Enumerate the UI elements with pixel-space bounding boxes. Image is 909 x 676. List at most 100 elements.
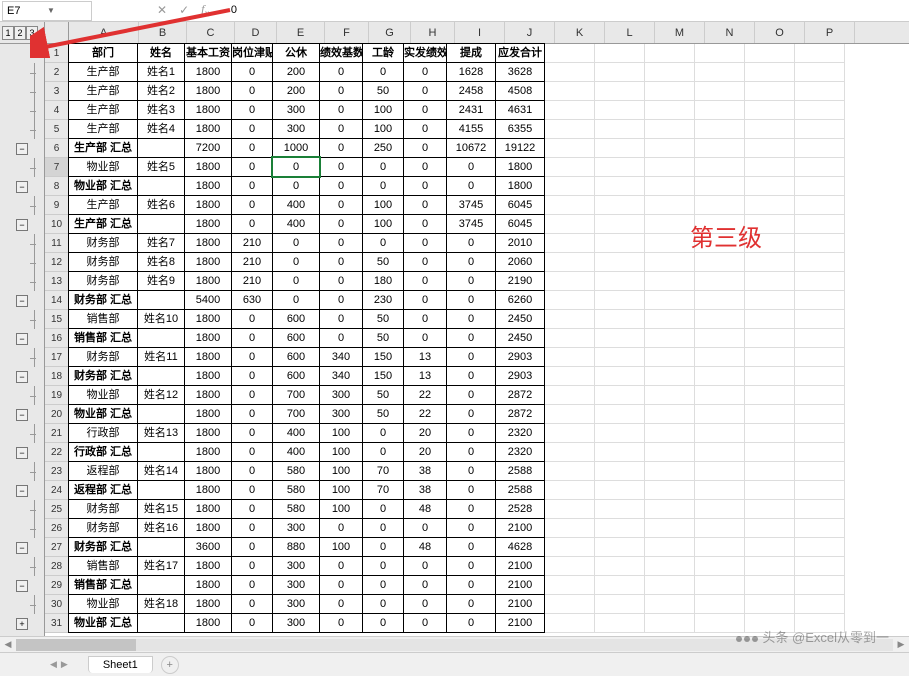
cell[interactable]: 7200: [184, 138, 232, 158]
cell[interactable]: 0: [362, 423, 404, 443]
cell[interactable]: [795, 196, 845, 215]
cell[interactable]: [645, 576, 695, 595]
cell[interactable]: 180: [362, 271, 404, 291]
cell[interactable]: 0: [403, 176, 447, 196]
cell[interactable]: [545, 234, 595, 253]
row-header[interactable]: 15: [45, 310, 69, 329]
col-header-D[interactable]: D: [235, 22, 277, 43]
cell[interactable]: [695, 481, 745, 500]
cell[interactable]: [695, 120, 745, 139]
cell[interactable]: [595, 538, 645, 557]
cell[interactable]: [795, 462, 845, 481]
col-header-E[interactable]: E: [277, 22, 325, 43]
row-header[interactable]: 3: [45, 82, 69, 101]
cell[interactable]: [595, 595, 645, 614]
cell[interactable]: [695, 405, 745, 424]
cell[interactable]: 20: [403, 442, 447, 462]
col-header-I[interactable]: I: [455, 22, 505, 43]
cell[interactable]: 0: [403, 309, 447, 329]
cell[interactable]: 2320: [495, 442, 545, 462]
cell[interactable]: 0: [403, 556, 447, 576]
cell[interactable]: 财务部 汇总: [68, 366, 138, 386]
cell[interactable]: 0: [362, 62, 404, 82]
cell[interactable]: 0: [446, 385, 496, 405]
col-header-G[interactable]: G: [369, 22, 411, 43]
collapse-icon[interactable]: −: [16, 181, 28, 193]
cell[interactable]: 6045: [495, 214, 545, 234]
cell[interactable]: 0: [319, 613, 363, 633]
select-all-corner[interactable]: [45, 22, 69, 43]
cell[interactable]: [795, 443, 845, 462]
cell[interactable]: 150: [362, 366, 404, 386]
cell[interactable]: 19122: [495, 138, 545, 158]
cell[interactable]: 姓名1: [137, 62, 185, 82]
cell[interactable]: 公休: [272, 43, 320, 63]
cell[interactable]: [695, 386, 745, 405]
cell[interactable]: 100: [362, 119, 404, 139]
cell[interactable]: [595, 443, 645, 462]
cell[interactable]: [595, 329, 645, 348]
cell[interactable]: 3745: [446, 214, 496, 234]
cell[interactable]: 销售部: [68, 556, 138, 576]
cell[interactable]: [595, 557, 645, 576]
cell[interactable]: 50: [362, 328, 404, 348]
cell[interactable]: [795, 82, 845, 101]
cell[interactable]: 0: [272, 271, 320, 291]
cell[interactable]: [745, 557, 795, 576]
cell[interactable]: 1800: [184, 252, 232, 272]
cell[interactable]: [595, 576, 645, 595]
outline-level-2[interactable]: 2: [14, 26, 26, 40]
cell[interactable]: [645, 538, 695, 557]
cell[interactable]: 0: [403, 157, 447, 177]
cell[interactable]: [795, 386, 845, 405]
cell[interactable]: 0: [446, 347, 496, 367]
row-header[interactable]: 14: [45, 291, 69, 310]
cell[interactable]: [595, 367, 645, 386]
cell[interactable]: [745, 253, 795, 272]
row-header[interactable]: 24: [45, 481, 69, 500]
cell[interactable]: 1800: [184, 328, 232, 348]
cell[interactable]: 300: [272, 518, 320, 538]
cell[interactable]: 生产部 汇总: [68, 214, 138, 234]
cell[interactable]: 2872: [495, 385, 545, 405]
cell[interactable]: 1800: [184, 423, 232, 443]
cell[interactable]: 物业部 汇总: [68, 613, 138, 633]
cell[interactable]: 物业部: [68, 385, 138, 405]
cell[interactable]: 1800: [184, 575, 232, 595]
cell[interactable]: 0: [403, 62, 447, 82]
cell[interactable]: [795, 557, 845, 576]
cell[interactable]: 0: [231, 119, 273, 139]
cell[interactable]: [545, 424, 595, 443]
cell[interactable]: 0: [231, 556, 273, 576]
cell[interactable]: 2320: [495, 423, 545, 443]
row-header[interactable]: 10: [45, 215, 69, 234]
cell[interactable]: [137, 480, 185, 500]
cell[interactable]: 姓名18: [137, 594, 185, 614]
tab-nav[interactable]: ◀▶: [50, 659, 68, 670]
cell[interactable]: [595, 614, 645, 633]
cell[interactable]: [695, 82, 745, 101]
cell[interactable]: [595, 63, 645, 82]
cell[interactable]: 0: [446, 366, 496, 386]
cell[interactable]: [645, 215, 695, 234]
cell[interactable]: [645, 139, 695, 158]
cell[interactable]: [545, 329, 595, 348]
cell[interactable]: 0: [231, 499, 273, 519]
fx-icon[interactable]: fx: [201, 2, 209, 19]
cell[interactable]: [745, 405, 795, 424]
cell[interactable]: 1800: [184, 195, 232, 215]
cell[interactable]: 880: [272, 537, 320, 557]
cell[interactable]: 150: [362, 347, 404, 367]
cell[interactable]: [745, 462, 795, 481]
cell[interactable]: [645, 82, 695, 101]
cell[interactable]: [545, 443, 595, 462]
cell[interactable]: [645, 519, 695, 538]
cell[interactable]: 姓名10: [137, 309, 185, 329]
cell[interactable]: [545, 177, 595, 196]
cell[interactable]: 4628: [495, 537, 545, 557]
cell[interactable]: 0: [231, 461, 273, 481]
cell[interactable]: [695, 101, 745, 120]
cell[interactable]: 1800: [184, 62, 232, 82]
cell[interactable]: [137, 138, 185, 158]
cell[interactable]: 210: [231, 271, 273, 291]
